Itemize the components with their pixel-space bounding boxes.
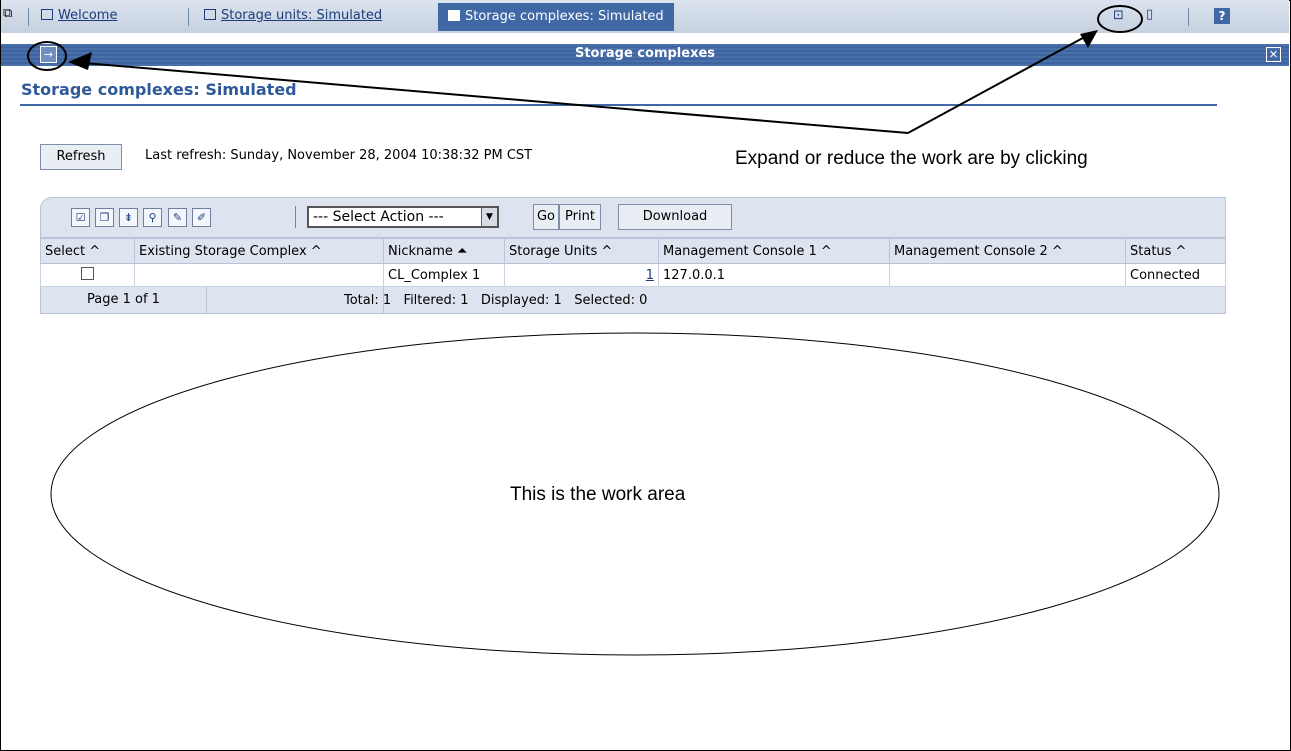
annotation-circle-expand: [27, 41, 67, 71]
annotation-overlay: [27, 5, 1220, 656]
work-area-label: This is the work area: [510, 484, 686, 505]
annotation-circle-icon: [1097, 5, 1143, 33]
annotation-arrow-left: [71, 61, 909, 134]
annotation-arrow-right: [907, 32, 1093, 134]
arrowhead: [68, 52, 92, 70]
